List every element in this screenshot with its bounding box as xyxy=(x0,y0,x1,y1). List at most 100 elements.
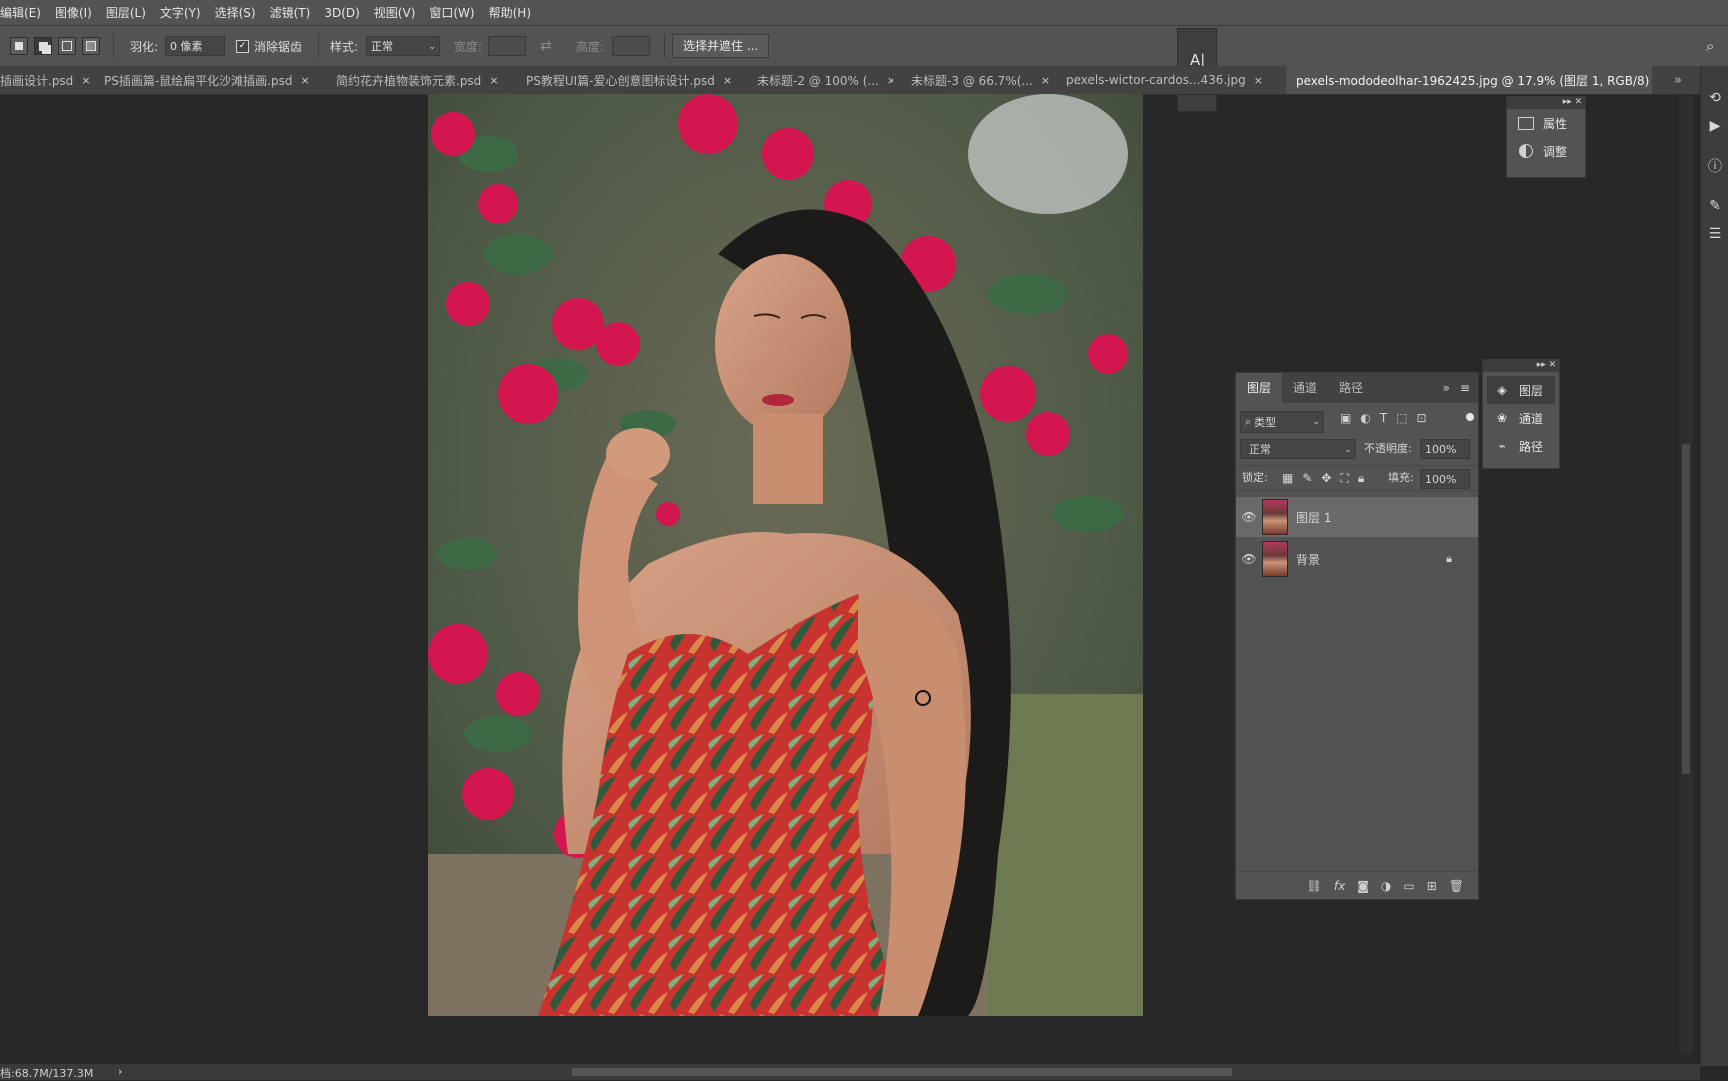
shape-filter-icon[interactable]: ⬚ xyxy=(1396,411,1407,425)
filter-type-select[interactable]: ⌕ 类型 ⌄ xyxy=(1240,411,1324,433)
menu-help[interactable]: 帮助(H) xyxy=(482,4,538,21)
panel-header[interactable]: ▸▸ ✕ xyxy=(1483,360,1559,372)
antialias-checkbox-group[interactable]: ✓ 消除锯齿 xyxy=(236,26,302,66)
panel-menu-icon[interactable]: ≡ xyxy=(1460,381,1470,395)
fx-icon[interactable]: fx xyxy=(1334,879,1345,893)
pixel-filter-icon[interactable]: ▣ xyxy=(1340,411,1351,425)
horizontal-scrollbar-thumb[interactable] xyxy=(572,1068,1232,1076)
lock-paint-icon[interactable]: ✎ xyxy=(1302,469,1312,487)
layer-row-selected[interactable]: 👁︎ 图层 1 xyxy=(1236,497,1478,537)
menu-image[interactable]: 图像(I) xyxy=(48,4,99,21)
trash-icon[interactable]: 🗑︎ xyxy=(1449,879,1464,893)
feather-input[interactable]: 0 像素 xyxy=(165,36,225,56)
link-icon[interactable]: ⛓︎ xyxy=(1307,879,1322,893)
doc-tab[interactable]: pexels-wictor-cardos...436.jpg × xyxy=(1066,66,1280,94)
layer-thumbnail[interactable] xyxy=(1262,541,1288,577)
adjust-sliders-icon[interactable]: ☰ xyxy=(1705,224,1725,244)
close-icon[interactable]: × xyxy=(301,74,310,87)
tab-channels[interactable]: 通道 xyxy=(1282,373,1328,403)
adjustments-item[interactable]: 调整 xyxy=(1507,137,1585,165)
height-label: 高度: xyxy=(576,39,605,54)
search-icon[interactable]: ⌕ xyxy=(1706,26,1714,66)
layer-name[interactable]: 背景 xyxy=(1296,551,1320,568)
menu-filter[interactable]: 滤镜(T) xyxy=(263,4,318,21)
menu-window[interactable]: 窗口(W) xyxy=(422,4,481,21)
adjustment-filter-icon[interactable]: ◐ xyxy=(1360,411,1370,425)
new-selection-button[interactable] xyxy=(10,37,28,55)
close-icon[interactable]: × xyxy=(723,74,732,87)
style-select[interactable]: 正常 ⌄ xyxy=(366,36,440,56)
channels-icon: ❀ xyxy=(1496,411,1508,425)
menu-view[interactable]: 视图(V) xyxy=(367,4,423,21)
lock-all-icon[interactable]: 🔒︎ xyxy=(1358,469,1364,487)
doc-tab[interactable]: 未标题-3 @ 66.7%(... × xyxy=(911,66,1049,94)
close-icon[interactable]: × xyxy=(1254,74,1263,87)
tabs-overflow-icon[interactable]: » xyxy=(1674,66,1694,94)
vertical-scrollbar[interactable] xyxy=(1679,94,1693,1054)
collapse-icon[interactable]: » xyxy=(1443,381,1450,395)
tab-layers[interactable]: 图层 xyxy=(1236,373,1283,403)
paths-item[interactable]: ⌁ 路径 xyxy=(1483,432,1559,460)
doc-size-status[interactable]: 档:68.7M/137.3M xyxy=(0,1065,93,1081)
info-icon[interactable]: ⓘ xyxy=(1705,156,1725,176)
options-bar: 羽化: 0 像素 ✓ 消除锯齿 样式: 正常 ⌄ 宽度: ⇄ 高度: 选择并遮住… xyxy=(0,26,1728,67)
layer-name[interactable]: 图层 1 xyxy=(1296,509,1331,526)
doc-tab[interactable]: 插画设计.psd × xyxy=(0,66,96,94)
properties-item[interactable]: 属性 xyxy=(1507,109,1585,137)
panel-header[interactable] xyxy=(1178,29,1216,39)
opacity-input[interactable]: 100% xyxy=(1420,439,1470,459)
close-icon[interactable]: × xyxy=(887,74,893,87)
layer-thumbnail[interactable] xyxy=(1262,499,1288,535)
checkbox-icon[interactable]: ✓ xyxy=(236,39,249,53)
eye-icon[interactable]: 👁︎ xyxy=(1236,510,1262,524)
doc-tab[interactable]: 未标题-2 @ 100% (... × xyxy=(757,66,893,94)
actions-play-icon[interactable]: ▶ xyxy=(1705,116,1725,136)
subtract-selection-button[interactable] xyxy=(58,37,76,55)
select-and-mask-button[interactable]: 选择并遮住 ... xyxy=(672,34,770,58)
tab-paths[interactable]: 路径 xyxy=(1328,373,1374,403)
folder-icon[interactable]: ▭ xyxy=(1403,879,1414,893)
layers-item[interactable]: ◈ 图层 xyxy=(1487,376,1555,404)
close-icon[interactable]: × xyxy=(489,74,498,87)
doc-tab[interactable]: PS教程UI篇-爱心创意图标设计.psd × xyxy=(526,66,732,94)
doc-tab-active[interactable]: pexels-mododeolhar-1962425.jpg @ 17.9% (… xyxy=(1286,66,1652,94)
menu-3d[interactable]: 3D(D) xyxy=(317,6,366,20)
doc-tab[interactable]: PS插画篇-鼠绘扁平化沙滩插画.psd × xyxy=(104,66,324,94)
intersect-selection-button[interactable] xyxy=(82,37,100,55)
fill-label: 填充: xyxy=(1388,471,1414,484)
scrollbar-thumb[interactable] xyxy=(1682,444,1690,774)
height-input xyxy=(612,36,650,56)
selection-mode-group xyxy=(10,26,100,66)
channels-item[interactable]: ❀ 通道 xyxy=(1483,404,1559,432)
doc-tab[interactable]: 简约花卉植物装饰元素.psd × xyxy=(336,66,508,94)
adjustment-icon[interactable]: ◑ xyxy=(1381,879,1391,893)
menu-type[interactable]: 文字(Y) xyxy=(153,4,208,21)
feather-label: 羽化: xyxy=(130,39,159,54)
fill-input[interactable]: 100% xyxy=(1420,469,1470,489)
mask-icon[interactable]: ◙ xyxy=(1357,879,1369,893)
type-filter-icon[interactable]: T xyxy=(1380,411,1387,425)
add-selection-button[interactable] xyxy=(34,37,52,55)
close-icon[interactable]: × xyxy=(81,74,90,87)
lock-artboard-icon[interactable]: ⛶ xyxy=(1340,469,1348,487)
history-icon[interactable]: ⟲ xyxy=(1705,88,1725,108)
close-icon[interactable]: × xyxy=(1041,74,1049,87)
menu-select[interactable]: 选择(S) xyxy=(208,4,263,21)
brush-settings-icon[interactable]: ✎ xyxy=(1705,196,1725,216)
smart-object-filter-icon[interactable]: ⊡ xyxy=(1417,411,1427,425)
blend-mode-select[interactable]: 正常 ⌄ xyxy=(1240,439,1356,459)
chevron-down-icon: ⌄ xyxy=(1344,445,1352,455)
canvas-photo[interactable] xyxy=(428,94,1143,1016)
chevron-down-icon: ⌄ xyxy=(428,42,436,52)
menu-edit[interactable]: 编辑(E) xyxy=(0,4,48,21)
filter-toggle-icon[interactable] xyxy=(1466,413,1474,421)
layer-row[interactable]: 👁︎ 背景 🔒︎ xyxy=(1236,539,1478,579)
opacity-label: 不透明度: xyxy=(1364,442,1412,455)
chevron-right-icon[interactable]: › xyxy=(118,1065,122,1078)
panel-header[interactable]: ▸▸ ✕ xyxy=(1507,97,1585,109)
lock-position-icon[interactable]: ✥ xyxy=(1321,469,1331,487)
menu-layer[interactable]: 图层(L) xyxy=(99,4,153,21)
eye-icon[interactable]: 👁︎ xyxy=(1236,552,1262,566)
new-layer-icon[interactable]: ⊞ xyxy=(1427,879,1437,893)
lock-transparent-icon[interactable]: ▦ xyxy=(1282,469,1293,487)
